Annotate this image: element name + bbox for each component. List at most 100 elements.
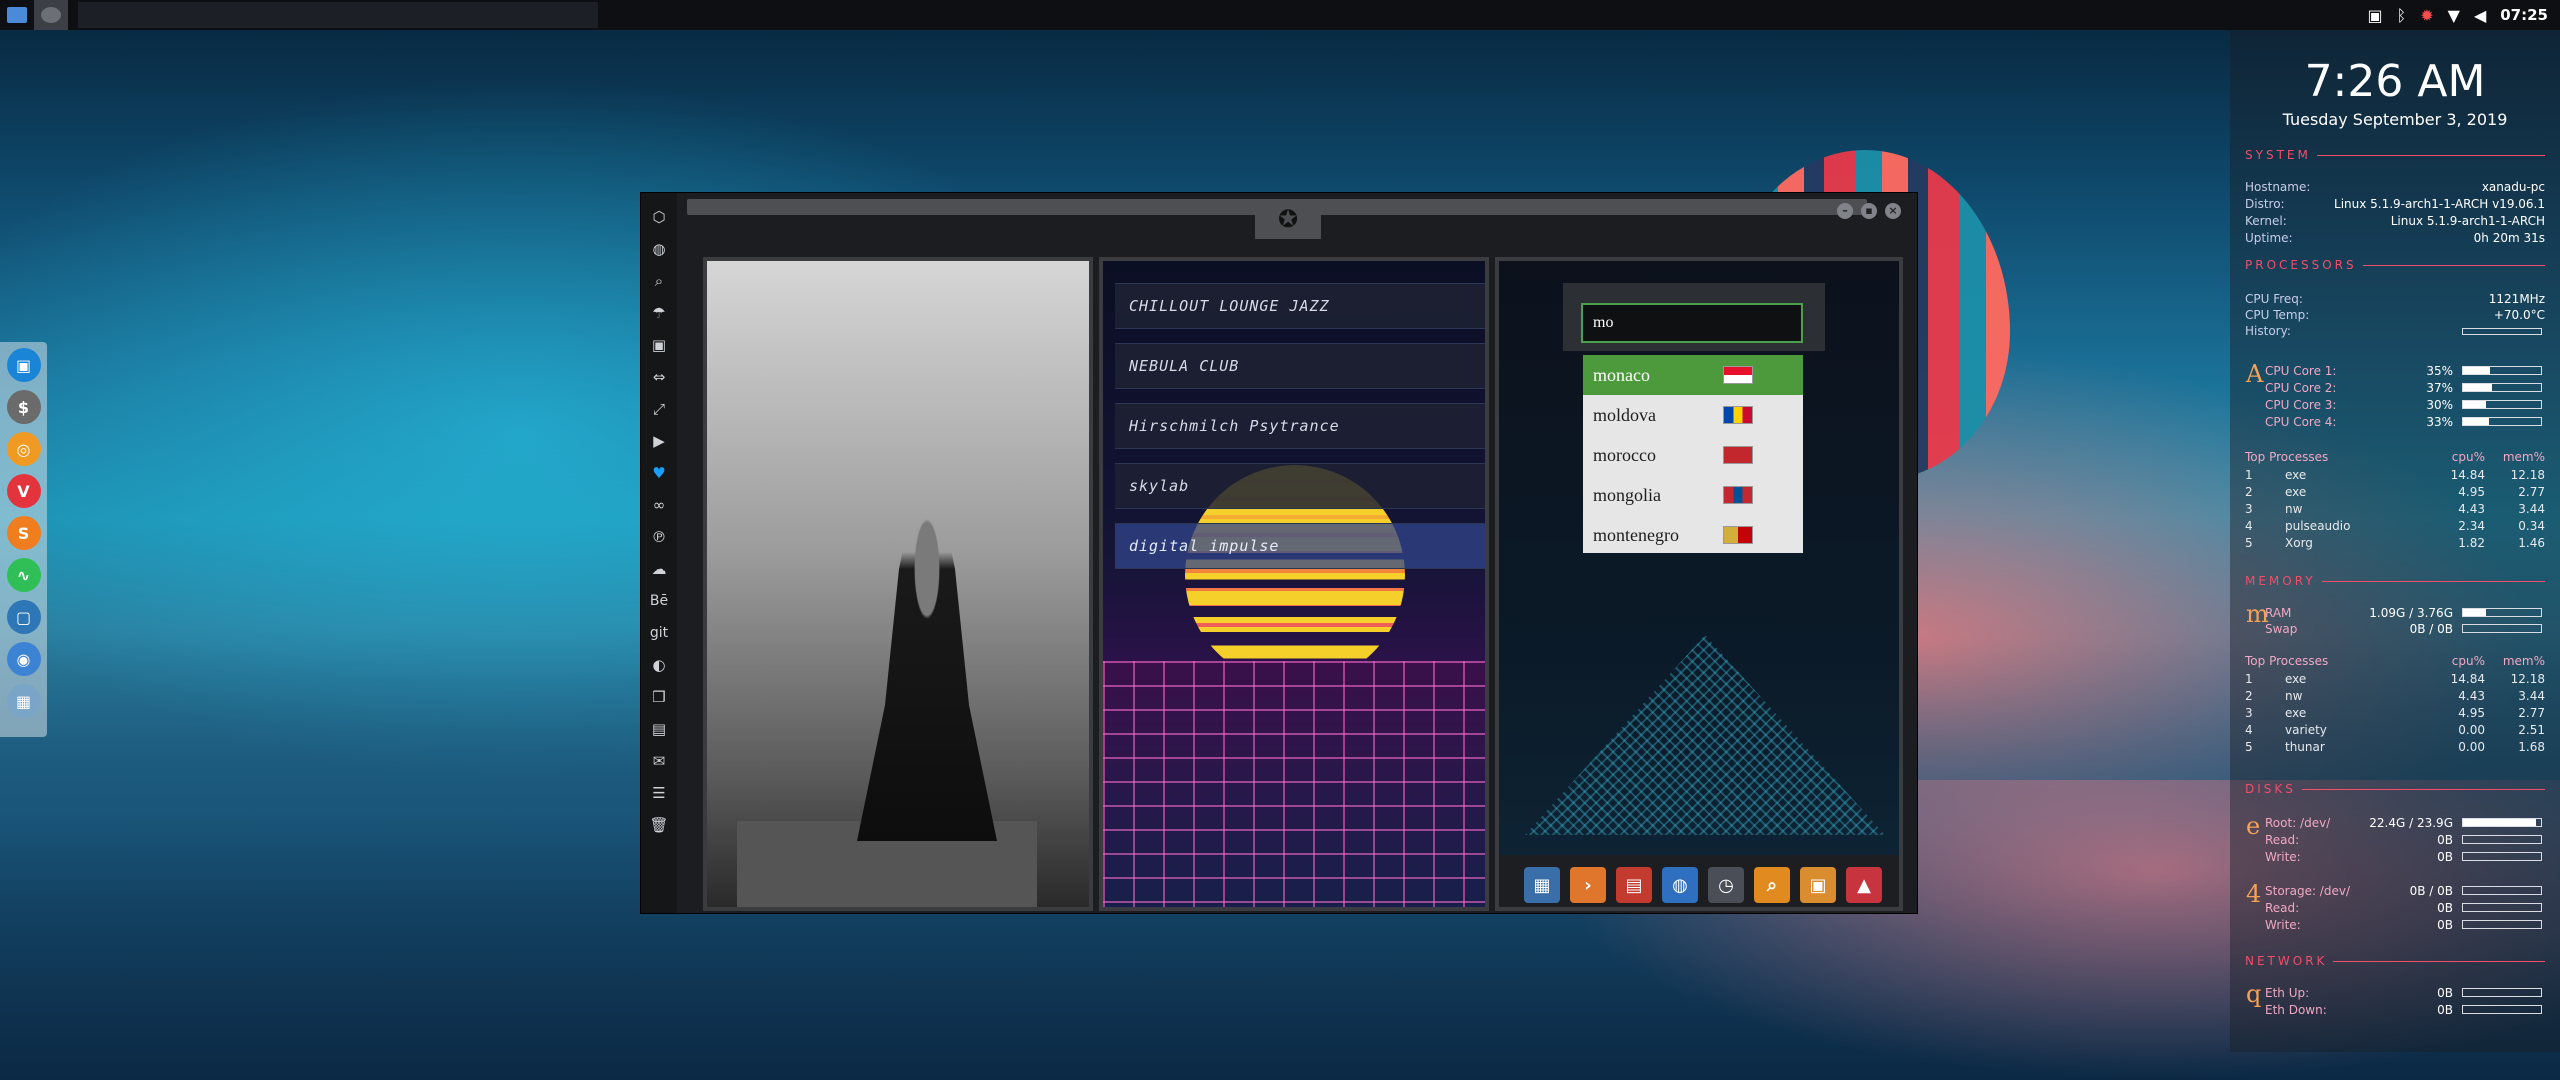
- process-rank: 1: [2245, 468, 2253, 482]
- calculator-icon[interactable]: ▦: [1524, 867, 1560, 903]
- vivaldi-icon[interactable]: V: [6, 474, 41, 508]
- settings-icon[interactable]: ⬡: [646, 201, 672, 233]
- section-header-processors: PROCESSORS: [2245, 258, 2545, 272]
- station-item[interactable]: skylab: [1115, 463, 1485, 509]
- cloud-icon[interactable]: ☁: [646, 553, 672, 585]
- close-button[interactable]: ×: [1885, 203, 1901, 219]
- info-value: 0h 20m 31s: [2473, 231, 2545, 245]
- system-info-row: Kernel: Linux 5.1.9-arch1-1-ARCH: [2245, 214, 2545, 228]
- app-dock: ▣ $ ◎ V S ∿ ▢ ◉ ▦: [0, 342, 47, 737]
- umbrella-icon[interactable]: ☂: [646, 297, 672, 329]
- suggestion-item[interactable]: morocco: [1583, 435, 1803, 475]
- top-panel: ▣ ᛒ ✹ ▼ ◀ 07:25: [0, 0, 2560, 30]
- country-search-input[interactable]: [1581, 303, 1803, 343]
- info-key: Uptime:: [2245, 231, 2293, 245]
- station-item[interactable]: Hirschmilch Psytrance: [1115, 403, 1485, 449]
- core-label: CPU Core 1:: [2265, 364, 2337, 378]
- bar-fill: [2463, 367, 2491, 374]
- top-clock[interactable]: 07:25: [2500, 6, 2548, 24]
- map-icon[interactable]: ▤: [646, 713, 672, 745]
- network-value: 0B: [2437, 1003, 2453, 1017]
- behance-icon[interactable]: Bē: [646, 585, 672, 617]
- globe-icon[interactable]: ◍: [646, 233, 672, 265]
- arch-icon[interactable]: ▲: [1846, 867, 1882, 903]
- station-item[interactable]: NEBULA CLUB: [1115, 343, 1485, 389]
- cpu-core-bar: [2462, 383, 2542, 392]
- contact-icon[interactable]: ▣: [646, 329, 672, 361]
- chrome-icon[interactable]: ◉: [6, 642, 41, 676]
- screenshot-icon[interactable]: ▢: [6, 600, 41, 634]
- process-name: Xorg: [2285, 536, 2313, 550]
- station-item-active[interactable]: digital impulse: [1115, 523, 1485, 569]
- ubuntu-icon[interactable]: ◎: [6, 432, 41, 466]
- suggestion-item[interactable]: moldova: [1583, 395, 1803, 435]
- expand-icon[interactable]: ⤢: [646, 393, 672, 425]
- process-name: nw: [2285, 689, 2303, 703]
- suggestion-item[interactable]: mongolia: [1583, 475, 1803, 515]
- server-icon[interactable]: ☰: [646, 777, 672, 809]
- taskbar-task-area[interactable]: [78, 2, 598, 28]
- process-row: 4 pulseaudio 2.34 0.34: [2245, 519, 2545, 533]
- info-key: Hostname:: [2245, 180, 2311, 194]
- flag-icon: [1723, 406, 1753, 424]
- pinterest-icon[interactable]: ℗: [646, 521, 672, 553]
- disk-glyph: e: [2246, 812, 2261, 840]
- suggestion-label: monaco: [1593, 364, 1650, 385]
- youtube-icon[interactable]: ▶: [646, 425, 672, 457]
- folder-icon[interactable]: [0, 0, 34, 30]
- search-icon[interactable]: ⌕: [646, 265, 672, 297]
- settings-red-icon[interactable]: ✹: [2420, 6, 2433, 25]
- search-launch-icon[interactable]: ⌕: [1754, 867, 1790, 903]
- disk-bar: [2462, 903, 2542, 912]
- heart-icon[interactable]: ♥: [646, 457, 672, 489]
- info-value: xanadu-pc: [2481, 180, 2545, 194]
- git-icon[interactable]: git: [646, 617, 672, 649]
- grid-icon[interactable]: ▦: [6, 684, 41, 718]
- process-row: 1 exe 14.84 12.18: [2245, 468, 2545, 482]
- process-mem: 12.18: [2510, 672, 2545, 686]
- process-mem: 2.51: [2518, 723, 2545, 737]
- bar-fill: [2463, 819, 2537, 826]
- process-row: 2 exe 4.95 2.77: [2245, 485, 2545, 499]
- process-cpu: 0.00: [2458, 740, 2485, 754]
- bar-fill: [2463, 401, 2487, 408]
- process-name: nw: [2285, 502, 2303, 516]
- screenshot-icon[interactable]: ▣: [2367, 6, 2382, 25]
- wifi-icon[interactable]: ▼: [2448, 6, 2460, 25]
- trash-icon[interactable]: 🗑: [646, 809, 672, 841]
- file-manager-icon[interactable]: ▣: [6, 348, 41, 382]
- mail-icon[interactable]: ✉: [646, 745, 672, 777]
- creative-cloud-icon[interactable]: ∞: [646, 489, 672, 521]
- terminal-launch-icon[interactable]: ›: [1570, 867, 1606, 903]
- radio-pane: CHILLOUT LOUNGE JAZZ NEBULA CLUB Hirschm…: [1099, 257, 1489, 911]
- suggestion-item[interactable]: montenegro: [1583, 515, 1803, 555]
- section-header-memory: MEMORY: [2245, 574, 2545, 588]
- cubes-icon[interactable]: ❒: [646, 681, 672, 713]
- process-row: 3 exe 4.95 2.77: [2245, 706, 2545, 720]
- terminal-icon[interactable]: $: [6, 390, 41, 424]
- station-item[interactable]: CHILLOUT LOUNGE JAZZ: [1115, 283, 1485, 329]
- sublime-icon[interactable]: S: [6, 516, 41, 550]
- volume-icon[interactable]: ◀: [2474, 6, 2486, 25]
- suggestion-label: moldova: [1593, 404, 1656, 425]
- browser-icon[interactable]: ◍: [1662, 867, 1698, 903]
- suggestion-item[interactable]: monaco: [1583, 355, 1803, 395]
- code-icon[interactable]: ⇔: [646, 361, 672, 393]
- system-info-row: Distro: Linux 5.1.9-arch1-1-ARCH v19.06.1: [2245, 197, 2545, 211]
- process-name: pulseaudio: [2285, 519, 2351, 533]
- cpu-core-bar: [2462, 400, 2542, 409]
- bluetooth-icon[interactable]: ᛒ: [2397, 6, 2407, 25]
- clock-icon[interactable]: ◷: [1708, 867, 1744, 903]
- network-label: Eth Up:: [2265, 986, 2310, 1000]
- monitor-icon[interactable]: ∿: [6, 558, 41, 592]
- workspace-switcher-icon[interactable]: [34, 0, 68, 30]
- minimize-button[interactable]: –: [1837, 203, 1853, 219]
- calendar-icon[interactable]: ▤: [1616, 867, 1652, 903]
- process-rank: 4: [2245, 723, 2253, 737]
- flag-icon: [1723, 366, 1753, 384]
- disk-label: Storage: /dev/: [2265, 884, 2350, 898]
- github-icon[interactable]: ◐: [646, 649, 672, 681]
- image-icon[interactable]: ▣: [1800, 867, 1836, 903]
- maximize-button[interactable]: ▪: [1861, 203, 1877, 219]
- section-header-network: NETWORK: [2245, 954, 2545, 968]
